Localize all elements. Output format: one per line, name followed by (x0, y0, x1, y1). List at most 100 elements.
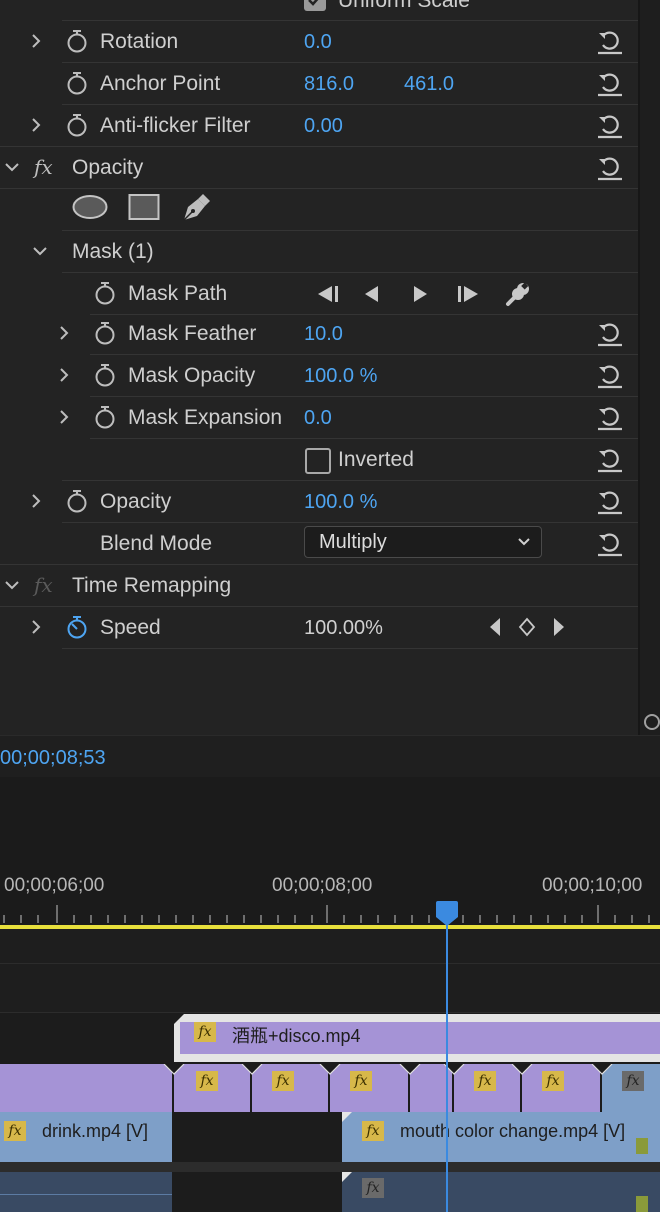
inverted-row: Inverted (0, 439, 638, 481)
ruler-label: 00;00;08;00 (272, 875, 373, 896)
reset-icon[interactable] (596, 447, 624, 473)
stopwatch-icon[interactable] (66, 113, 88, 137)
stopwatch-icon[interactable] (94, 363, 116, 387)
reset-icon[interactable] (596, 321, 624, 347)
reset-icon[interactable] (596, 155, 624, 181)
stopwatch-active-icon[interactable] (66, 615, 88, 639)
clip-corner-icon (342, 1112, 352, 1122)
inverted-label: Inverted (338, 448, 414, 471)
speed-value[interactable]: 100.00% (304, 617, 383, 640)
blend-mode-label: Blend Mode (100, 532, 213, 555)
rotation-label: Rotation (100, 30, 179, 53)
reset-icon[interactable] (596, 405, 624, 431)
clip[interactable]: fx mouth color change.mp4 [V] (342, 1112, 660, 1162)
scroll-handle[interactable] (644, 714, 660, 730)
opacity-section-row: fx Opacity (0, 147, 638, 189)
ruler-label: 00;00;10;00 (542, 875, 643, 896)
anchor-y-value[interactable]: 461.0 (404, 73, 454, 96)
clip-end-marker (636, 1196, 648, 1212)
fx-badge-icon[interactable]: fx (4, 1121, 26, 1141)
stopwatch-icon[interactable] (94, 405, 116, 429)
chevron-right-icon[interactable] (28, 33, 44, 49)
fx-badge-icon[interactable]: fx (362, 1178, 384, 1198)
inverted-checkbox[interactable] (305, 448, 331, 474)
chevron-down-icon[interactable] (4, 577, 20, 593)
mask-feather-label: Mask Feather (128, 322, 257, 345)
track-one-frame-backward-icon[interactable] (362, 284, 382, 304)
clip-name: 酒瓶+disco.mp4 (232, 1026, 361, 1046)
fx-icon: fx (34, 573, 53, 597)
rotation-row: Rotation 0.0 (0, 21, 638, 63)
track-forward-icon[interactable] (456, 284, 482, 304)
stopwatch-icon[interactable] (66, 29, 88, 53)
opacity-section-label: Opacity (72, 156, 144, 179)
fx-badge-icon[interactable]: fx (362, 1121, 384, 1141)
effect-controls-panel: Uniform Scale Rotation 0.0 Anchor Point … (0, 0, 638, 735)
stopwatch-icon[interactable] (66, 71, 88, 95)
uniform-scale-label: Uniform Scale (338, 0, 470, 12)
chevron-down-icon (518, 538, 530, 546)
chevron-right-icon[interactable] (56, 409, 72, 425)
stopwatch-icon[interactable] (66, 489, 88, 513)
reset-icon[interactable] (596, 113, 624, 139)
stopwatch-icon[interactable] (94, 321, 116, 345)
reset-icon[interactable] (596, 29, 624, 55)
chevron-right-icon[interactable] (28, 117, 44, 133)
time-ruler[interactable] (0, 903, 660, 925)
antiflicker-value[interactable]: 0.00 (304, 115, 343, 138)
previous-keyframe-icon[interactable] (488, 617, 502, 637)
blend-mode-row: Blend Mode Multiply (0, 523, 638, 565)
wrench-icon[interactable] (504, 280, 532, 308)
timeline-panel: 00;00;06;00 00;00;08;00 00;00;10;00 fx 酒… (0, 777, 660, 1212)
chevron-right-icon[interactable] (28, 619, 44, 635)
playhead-handle-icon[interactable] (435, 901, 459, 927)
mask-feather-row: Mask Feather 10.0 (0, 313, 638, 355)
uniform-scale-checkbox[interactable] (304, 0, 326, 11)
reset-icon[interactable] (596, 531, 624, 557)
reset-icon[interactable] (596, 363, 624, 389)
rotation-value[interactable]: 0.0 (304, 31, 332, 54)
chevron-right-icon[interactable] (28, 493, 44, 509)
anchor-x-value[interactable]: 816.0 (304, 73, 354, 96)
opacity-value[interactable]: 100.0 % (304, 491, 377, 514)
add-keyframe-icon[interactable] (518, 617, 536, 637)
reset-icon[interactable] (596, 71, 624, 97)
mask-feather-value[interactable]: 10.0 (304, 323, 343, 346)
blend-mode-dropdown[interactable]: Multiply (304, 526, 542, 558)
fx-icon[interactable]: fx (34, 155, 53, 179)
playhead-line[interactable] (446, 903, 448, 1212)
track-lane (0, 929, 660, 964)
opacity-label: Opacity (100, 490, 172, 513)
antiflicker-row: Anti-flicker Filter 0.00 (0, 105, 638, 147)
stopwatch-icon[interactable] (94, 281, 116, 305)
next-keyframe-icon[interactable] (552, 617, 566, 637)
track-backward-icon[interactable] (314, 284, 340, 304)
mask-row: Mask (1) (0, 231, 638, 273)
audio-clip[interactable]: fx (342, 1172, 660, 1212)
mask-opacity-value[interactable]: 100.0 % (304, 365, 377, 388)
clip-corner-icon (342, 1172, 352, 1182)
opacity-row: Opacity 100.0 % (0, 481, 638, 523)
clip[interactable]: fx drink.mp4 [V] (0, 1112, 172, 1162)
ellipse-mask-icon[interactable] (72, 194, 108, 220)
mask-path-row: Mask Path (0, 273, 638, 315)
ruler-label: 00;00;06;00 (4, 875, 105, 896)
clip-selected[interactable]: fx 酒瓶+disco.mp4 (174, 1014, 660, 1062)
track-one-frame-forward-icon[interactable] (410, 284, 430, 304)
mask-expansion-value[interactable]: 0.0 (304, 407, 332, 430)
chevron-right-icon[interactable] (56, 325, 72, 341)
antiflicker-label: Anti-flicker Filter (100, 114, 251, 137)
chevron-down-icon[interactable] (4, 159, 20, 175)
mask-expansion-label: Mask Expansion (128, 406, 283, 429)
chevron-down-icon[interactable] (32, 243, 48, 259)
anchor-point-row: Anchor Point 816.0 461.0 (0, 63, 638, 105)
audio-clip[interactable] (0, 1172, 172, 1212)
fx-badge-icon[interactable]: fx (194, 1022, 216, 1042)
pen-mask-icon[interactable] (180, 190, 214, 224)
uniform-scale-row: Uniform Scale (0, 0, 638, 21)
current-timecode[interactable]: 00;00;08;53 (0, 747, 106, 770)
rectangle-mask-icon[interactable] (128, 193, 160, 221)
chevron-right-icon[interactable] (56, 367, 72, 383)
mask-label: Mask (1) (72, 240, 154, 263)
reset-icon[interactable] (596, 489, 624, 515)
